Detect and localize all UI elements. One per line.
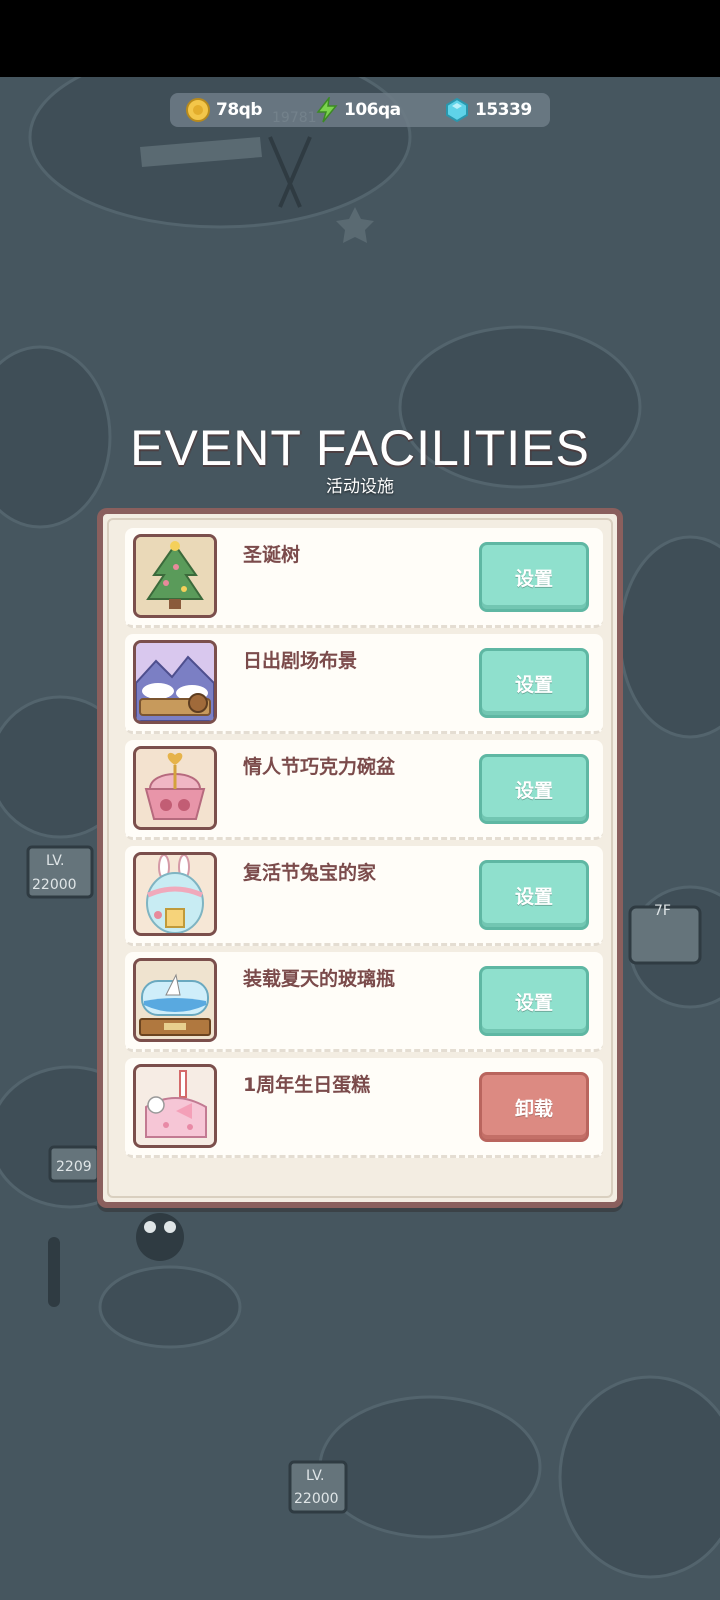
resource-bar: 78qb 106qa 15339 [170,93,550,127]
facility-row-sunrise-stage: 日出剧场布景 设置 [125,634,603,734]
energy-counter[interactable]: 106qa [316,93,401,127]
set-button-chocolate-bowl[interactable]: 设置 [479,754,589,824]
facility-row-birthday-cake: 1周年生日蛋糕 卸载 [125,1058,603,1158]
page-subtitle: 活动设施 [326,477,394,497]
set-button-christmas-tree[interactable]: 设置 [479,542,589,612]
set-button-sunrise-stage[interactable]: 设置 [479,648,589,718]
easter-bunny-house-icon [133,852,217,936]
title-block: EVENT FACILITIES 活动设施 [0,420,720,498]
facility-name: 装载夏天的玻璃瓶 [243,968,396,990]
unload-button-birthday-cake[interactable]: 卸载 [479,1072,589,1142]
facility-row-summer-bottle: 装载夏天的玻璃瓶 设置 [125,952,603,1052]
lightning-icon [316,97,338,123]
facility-name: 1周年生日蛋糕 [243,1074,371,1096]
event-facilities-panel: 圣诞树 设置 日出剧场布景 设置 情人节巧克力碗盆 设置 复活节兔宝的家 设置 … [97,508,623,1208]
facility-row-easter-bunny-house: 复活节兔宝的家 设置 [125,846,603,946]
birthday-cake-icon [133,1064,217,1148]
facility-row-chocolate-bowl: 情人节巧克力碗盆 设置 [125,740,603,840]
gem-icon [446,98,468,122]
set-button-summer-bottle[interactable]: 设置 [479,966,589,1036]
scene-sign-bottom-level: LV. [306,1468,324,1484]
scene-sign-bottom: 22000 [294,1491,339,1507]
sunrise-stage-icon [133,640,217,724]
status-bar [0,0,720,77]
facility-name: 日出剧场布景 [243,650,358,672]
page-title: EVENT FACILITIES [130,420,590,476]
facility-name: 复活节兔宝的家 [243,862,377,884]
gem-value: 15339 [475,100,532,120]
facility-name: 圣诞树 [243,544,301,566]
set-button-easter-bunny-house[interactable]: 设置 [479,860,589,930]
chocolate-bowl-icon [133,746,217,830]
scene-sign-lower-left: 2209 [56,1159,92,1175]
scene-sign-left-level: LV. [46,853,64,869]
facility-name: 情人节巧克力碗盆 [243,756,396,778]
scene-sign-7f: 7F [654,903,671,919]
summer-bottle-icon [133,958,217,1042]
gem-counter[interactable]: 15339 [445,93,532,127]
scene-sign-left: 22000 [32,877,77,893]
christmas-tree-icon [133,534,217,618]
facility-row-christmas-tree: 圣诞树 设置 [125,528,603,628]
coin-value: 78qb [216,100,263,120]
coin-counter[interactable]: 78qb [186,93,263,127]
coin-icon [186,98,210,122]
energy-value: 106qa [344,100,401,120]
